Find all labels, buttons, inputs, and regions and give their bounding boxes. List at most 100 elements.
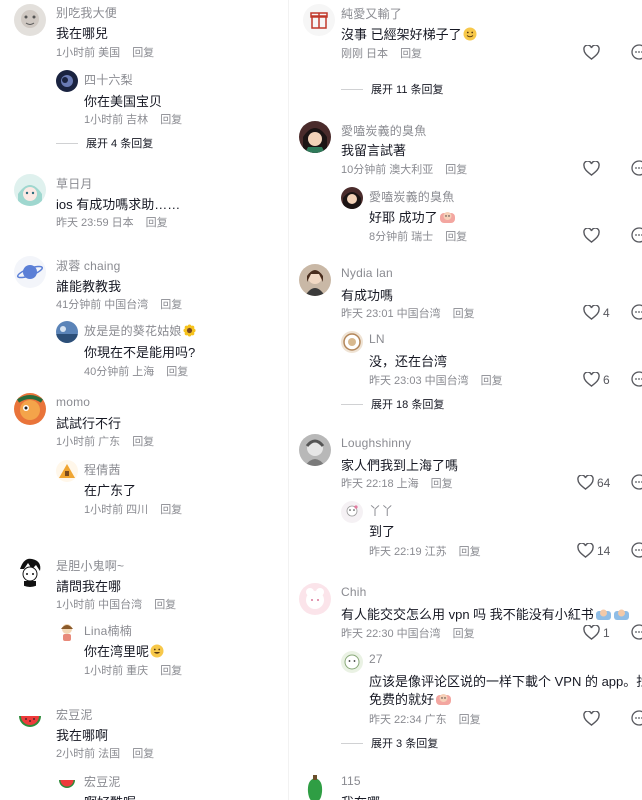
comment-text-content: 免费的就好 (369, 692, 435, 707)
expand-replies-button[interactable]: 展开 18 条回复 (341, 396, 444, 412)
avatar[interactable] (14, 704, 46, 736)
reply-button[interactable]: 回复 (154, 599, 176, 611)
commenter-name[interactable]: Nydia lan (341, 266, 393, 280)
reply-button[interactable]: 回复 (481, 375, 503, 387)
reply-button[interactable]: 回复 (459, 714, 481, 726)
more-horizontal-icon[interactable] (631, 371, 642, 387)
avatar[interactable] (14, 555, 46, 587)
more-horizontal-icon[interactable] (631, 474, 642, 490)
more-horizontal-icon[interactable] (631, 227, 642, 243)
divider (56, 142, 78, 144)
more-horizontal-icon[interactable] (631, 710, 642, 726)
more-horizontal-icon[interactable] (631, 542, 642, 558)
more-horizontal-icon[interactable] (631, 160, 642, 176)
reply-button[interactable]: 回复 (431, 478, 453, 490)
like-button[interactable] (583, 161, 600, 176)
like-button[interactable]: 6 (583, 372, 610, 387)
comment-meta: 1小时前 广东 回复 (56, 433, 154, 449)
more-horizontal-icon[interactable] (631, 624, 642, 640)
avatar[interactable] (299, 772, 331, 800)
expand-replies-button[interactable]: 展开 4 条回复 (56, 135, 153, 151)
reply-button[interactable]: 回复 (132, 47, 154, 59)
reply-button[interactable]: 回复 (445, 231, 467, 243)
commenter-name[interactable]: 草日月 (56, 175, 93, 192)
reply-button[interactable]: 回复 (459, 546, 481, 558)
comment-text-content: 好耶 成功了 (369, 210, 438, 225)
avatar[interactable] (341, 187, 363, 209)
avatar[interactable] (341, 331, 363, 353)
commenter-name[interactable]: LN (369, 332, 385, 346)
avatar[interactable] (299, 264, 331, 296)
reply-button[interactable]: 回复 (453, 628, 475, 640)
avatar[interactable] (299, 121, 331, 153)
commenter-name[interactable]: 純愛又輸了 (341, 5, 402, 22)
commenter-name[interactable]: 愛嗑炭義的臭魚 (369, 188, 454, 205)
like-button[interactable] (583, 228, 600, 243)
reply-button[interactable]: 回复 (146, 217, 168, 229)
comment-time-location: 41分钟前 中国台湾 (56, 299, 149, 311)
commenter-name[interactable]: 放是是的葵花姑娘 (84, 322, 196, 339)
comment-meta: 昨天 23:59 日本 回复 (56, 214, 168, 230)
commenter-name[interactable]: momo (56, 395, 90, 409)
comment-text: 試試行不行 (56, 416, 122, 431)
avatar[interactable] (299, 583, 331, 615)
comment-text: 到了 (369, 524, 396, 539)
commenter-name[interactable]: 27 (369, 652, 383, 666)
commenter-name[interactable]: 程倩茜 (84, 461, 121, 478)
commenter-name[interactable]: Lina楠楠 (84, 622, 132, 639)
like-button[interactable]: 4 (583, 305, 610, 320)
commenter-name[interactable]: 四十六梨 (84, 71, 133, 88)
avatar[interactable] (56, 70, 78, 92)
comment-text: 沒事 已經架好梯子了 (341, 24, 477, 43)
comment-text: 应该是像评论区说的一样下載个 VPN 的 app。找个 (369, 674, 642, 689)
avatar[interactable] (56, 621, 78, 643)
reply-button[interactable]: 回复 (132, 748, 154, 760)
divider (341, 742, 363, 744)
reply-button[interactable]: 回复 (160, 504, 182, 516)
commenter-name[interactable]: 淑蓉 chaing (56, 257, 121, 274)
avatar[interactable] (341, 501, 363, 523)
more-horizontal-icon[interactable] (631, 304, 642, 320)
like-button[interactable]: 14 (577, 543, 610, 558)
avatar[interactable] (56, 772, 78, 794)
commenter-name[interactable]: 愛嗑炭義的臭魚 (341, 122, 426, 139)
avatar[interactable] (14, 393, 46, 425)
commenter-name[interactable]: 115 (341, 774, 361, 788)
reply-button[interactable]: 回复 (160, 665, 182, 677)
reply-button[interactable]: 回复 (166, 366, 188, 378)
commenter-name[interactable]: 别吃我大便 (56, 4, 117, 21)
avatar[interactable] (341, 651, 363, 673)
commenter-name[interactable]: 丫丫 (369, 502, 393, 519)
heart-outline-icon (583, 228, 600, 243)
avatar[interactable] (303, 4, 335, 36)
avatar[interactable] (14, 4, 46, 36)
reply-button[interactable]: 回复 (132, 436, 154, 448)
expand-replies-button[interactable]: 展开 3 条回复 (341, 735, 438, 751)
like-button[interactable] (583, 45, 600, 60)
commenter-name[interactable]: 宏豆泥 (56, 706, 93, 723)
comment-time-location: 昨天 23:59 日本 (56, 217, 134, 229)
like-button[interactable] (583, 711, 600, 726)
crying-sticker-icon (613, 609, 629, 620)
reply-button[interactable]: 回复 (160, 299, 182, 311)
reply-button[interactable]: 回复 (400, 48, 422, 60)
comment-meta: 昨天 23:03 中国台湾 回复 (369, 372, 503, 388)
like-button[interactable]: 64 (577, 475, 610, 490)
reply-button[interactable]: 回复 (453, 308, 475, 320)
avatar[interactable] (56, 321, 78, 343)
avatar[interactable] (56, 460, 78, 482)
commenter-name[interactable]: 是胆小鬼啊~ (56, 557, 124, 574)
commenter-name[interactable]: Loughshinny (341, 436, 411, 450)
commenter-name[interactable]: 宏豆泥 (84, 773, 121, 790)
comment-text: 你在湾里呢 (84, 641, 164, 660)
avatar[interactable] (14, 174, 46, 206)
avatar[interactable] (14, 256, 46, 288)
like-button[interactable]: 1 (583, 625, 610, 640)
commenter-name[interactable]: Chih (341, 585, 366, 599)
expand-replies-button[interactable]: 展开 11 条回复 (341, 81, 444, 97)
reply-button[interactable]: 回复 (445, 164, 467, 176)
avatar[interactable] (299, 434, 331, 466)
reply-button[interactable]: 回复 (160, 114, 182, 126)
commenter-name-text: 放是是的葵花姑娘 (84, 324, 182, 338)
more-horizontal-icon[interactable] (631, 44, 642, 60)
